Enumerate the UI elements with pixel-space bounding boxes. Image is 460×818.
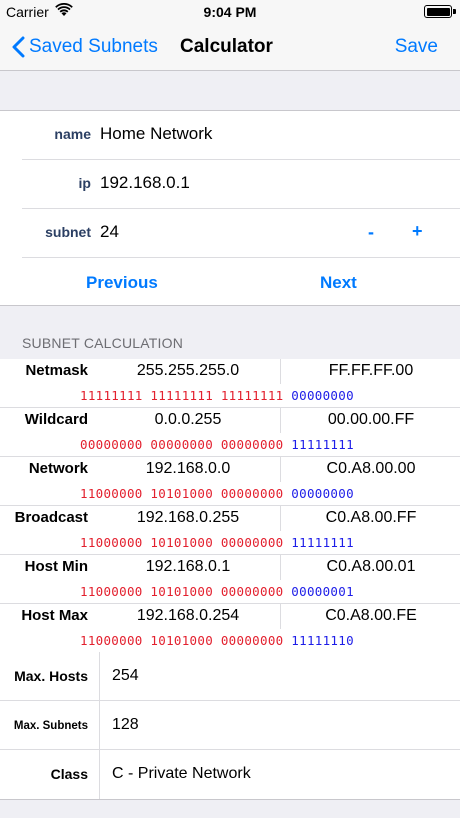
class-row: Class C - Private Network xyxy=(0,750,460,799)
network-bits: 11111111 11111111 11111111 xyxy=(80,387,284,403)
binary-row: 11000000 10101000 00000000 11111110 xyxy=(0,629,460,653)
name-label: name xyxy=(54,126,91,142)
status-bar: Carrier 9:04 PM xyxy=(0,0,460,24)
row-label: Wildcard xyxy=(24,411,88,428)
subnet-field[interactable]: 24 xyxy=(100,222,119,242)
decimal-value: 255.255.255.0 xyxy=(136,362,240,379)
chevron-left-icon xyxy=(12,36,25,58)
hex-value: C0.A8.00.00 xyxy=(326,460,416,477)
max-subnets-value: 128 xyxy=(112,716,139,733)
max-hosts-row: Max. Hosts 254 xyxy=(0,652,460,701)
row-label: Host Min xyxy=(24,558,88,575)
ip-row: ip 192.168.0.1 xyxy=(0,160,460,209)
decimal-value: 192.168.0.1 xyxy=(145,558,231,575)
max-subnets-label: Max. Subnets xyxy=(13,720,88,732)
calc-row: Wildcard 0.0.0.255 00.00.00.FF xyxy=(0,408,460,433)
section-header: SUBNET CALCULATION xyxy=(22,335,184,351)
name-row: name Home Network xyxy=(0,111,460,160)
hex-value: C0.A8.00.FF xyxy=(325,509,417,526)
host-bits: 11111110 xyxy=(291,632,354,648)
row-label: Broadcast xyxy=(14,509,88,526)
network-bits: 11000000 10101000 00000000 xyxy=(80,485,284,501)
subnet-input-group: name Home Network ip 192.168.0.1 subnet … xyxy=(0,110,460,306)
hex-value: C0.A8.00.FE xyxy=(325,607,417,624)
calc-row: Host Max 192.168.0.254 C0.A8.00.FE xyxy=(0,604,460,629)
network-bits: 11000000 10101000 00000000 xyxy=(80,534,284,550)
binary-row: 11000000 10101000 00000000 11111111 xyxy=(0,531,460,555)
binary-row: 11000000 10101000 00000000 00000000 xyxy=(0,482,460,506)
row-label: Network xyxy=(28,460,88,477)
row-label: Netmask xyxy=(25,362,88,379)
clock: 9:04 PM xyxy=(203,4,257,20)
decimal-value: 0.0.0.255 xyxy=(154,411,222,428)
calc-row: Network 192.168.0.0 C0.A8.00.00 xyxy=(0,457,460,482)
pager: Previous Next xyxy=(0,258,460,307)
calc-row: Broadcast 192.168.0.255 C0.A8.00.FF xyxy=(0,506,460,531)
battery-icon xyxy=(424,5,456,18)
next-button[interactable]: Next xyxy=(320,273,357,293)
subnet-decrement-button[interactable]: - xyxy=(368,222,374,243)
subnet-increment-button[interactable]: + xyxy=(412,221,423,242)
decimal-value: 192.168.0.0 xyxy=(145,460,231,477)
calc-row: Netmask 255.255.255.0 FF.FF.FF.00 xyxy=(0,359,460,384)
class-value: C - Private Network xyxy=(112,765,251,782)
decimal-value: 192.168.0.255 xyxy=(136,509,240,526)
network-bits: 00000000 00000000 00000000 xyxy=(80,436,284,452)
host-bits: 00000000 xyxy=(291,387,354,403)
subnet-summary: Max. Hosts 254 Max. Subnets 128 Class C … xyxy=(0,652,460,800)
page-title: Calculator xyxy=(180,36,273,57)
previous-button[interactable]: Previous xyxy=(86,273,158,293)
ip-label: ip xyxy=(78,175,91,191)
calculation-table: Netmask 255.255.255.0 FF.FF.FF.00 111111… xyxy=(0,359,460,653)
binary-row: 11000000 10101000 00000000 00000001 xyxy=(0,580,460,604)
network-bits: 11000000 10101000 00000000 xyxy=(80,583,284,599)
subnet-row: subnet 24 - + xyxy=(0,209,460,258)
back-button-label: Saved Subnets xyxy=(29,36,158,57)
navigation-bar: Saved Subnets Calculator Save xyxy=(0,24,460,71)
hex-value: C0.A8.00.01 xyxy=(326,558,416,575)
host-bits: 11111111 xyxy=(291,436,354,452)
hex-value: FF.FF.FF.00 xyxy=(328,362,414,379)
hex-value: 00.00.00.FF xyxy=(327,411,415,428)
max-subnets-row: Max. Subnets 128 xyxy=(0,701,460,750)
ip-field[interactable]: 192.168.0.1 xyxy=(100,173,190,193)
decimal-value: 192.168.0.254 xyxy=(136,607,240,624)
binary-row: 11111111 11111111 11111111 00000000 xyxy=(0,384,460,408)
calc-row: Host Min 192.168.0.1 C0.A8.00.01 xyxy=(0,555,460,580)
host-bits: 00000000 xyxy=(291,485,354,501)
row-label: Host Max xyxy=(21,607,88,624)
host-bits: 00000001 xyxy=(291,583,354,599)
name-field[interactable]: Home Network xyxy=(100,124,212,144)
class-label: Class xyxy=(50,766,88,782)
max-hosts-value: 254 xyxy=(112,667,139,684)
subnet-label: subnet xyxy=(45,224,91,240)
host-bits: 11111111 xyxy=(291,534,354,550)
network-bits: 11000000 10101000 00000000 xyxy=(80,632,284,648)
max-hosts-label: Max. Hosts xyxy=(14,668,88,684)
back-button[interactable]: Saved Subnets xyxy=(12,32,158,62)
save-button[interactable]: Save xyxy=(395,36,438,58)
binary-row: 00000000 00000000 00000000 11111111 xyxy=(0,433,460,457)
